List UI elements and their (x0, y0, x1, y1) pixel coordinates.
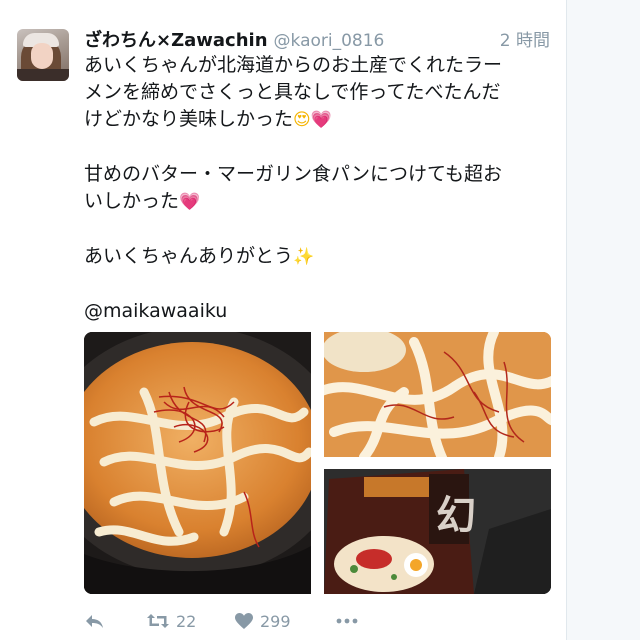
tweet-text-line: メンを締めでさくっと具なしで作ってたべたんだ (84, 81, 501, 103)
ramen-package-photo[interactable]: 幻 (324, 469, 551, 594)
avatar-coat (17, 69, 69, 81)
display-name[interactable]: ざわちん×Zawachin (84, 30, 268, 51)
more-button[interactable] (336, 608, 358, 634)
tweet-text-line: 甘めのバター・マーガリン食パンにつけても超お (84, 163, 503, 185)
tweet-text-line: いしかった💗 (84, 188, 554, 216)
like-count: 299 (260, 611, 291, 631)
retweet-icon (147, 614, 169, 628)
avatar-face (31, 43, 53, 69)
retweet-button[interactable]: 22 (146, 608, 196, 634)
tweet-text-line: けどかなり美味しかった😍💗 (84, 106, 554, 134)
timestamp[interactable]: 2 時間 (500, 26, 550, 51)
ramen-package-illustration: 幻 (324, 469, 551, 594)
more-icon (336, 618, 358, 624)
reply-button[interactable] (84, 608, 104, 634)
tweet-text-segment: あいくちゃんありがとう (84, 245, 294, 267)
mention-link[interactable]: @maikawaaiku (84, 298, 554, 325)
heart-eyes-emoji-icon: 😍💗 (293, 110, 332, 130)
tweet-text-segment: けどかなり美味しかった (84, 108, 294, 130)
noodles-closeup-illustration (324, 332, 551, 457)
tweet-text-line: あいくちゃんが北海道からのお土産でくれたラー (84, 54, 503, 76)
ramen-bowl-photo[interactable] (84, 332, 311, 594)
user-handle[interactable]: @kaori_0816 (274, 31, 385, 51)
tweet-text-segment: いしかった (84, 190, 180, 212)
reply-icon (86, 615, 103, 628)
tweet[interactable]: ざわちん×Zawachin @kaori_0816 2 時間 あいくちゃんが北海道… (0, 0, 566, 640)
tweet-text-line: あいくちゃんありがとう✨ (84, 243, 554, 271)
sparkles-emoji-icon: ✨ (293, 247, 315, 267)
tweet-actions: 22 299 (84, 608, 554, 634)
tweet-text: あいくちゃんが北海道からのお土産でくれたラー メンを締めでさくっと具なしで作って… (84, 52, 554, 325)
tweet-header: ざわちん×Zawachin @kaori_0816 2 時間 (84, 26, 554, 51)
right-gutter (566, 0, 640, 640)
svg-text:幻: 幻 (436, 492, 476, 539)
heart-icon (235, 613, 253, 629)
sparkling-heart-emoji-icon: 💗 (179, 192, 201, 212)
avatar[interactable] (17, 29, 69, 81)
like-button[interactable]: 299 (234, 608, 291, 634)
retweet-count: 22 (176, 611, 197, 631)
ramen-noodles-closeup-photo[interactable] (324, 332, 551, 457)
ramen-bowl-illustration (84, 332, 311, 594)
